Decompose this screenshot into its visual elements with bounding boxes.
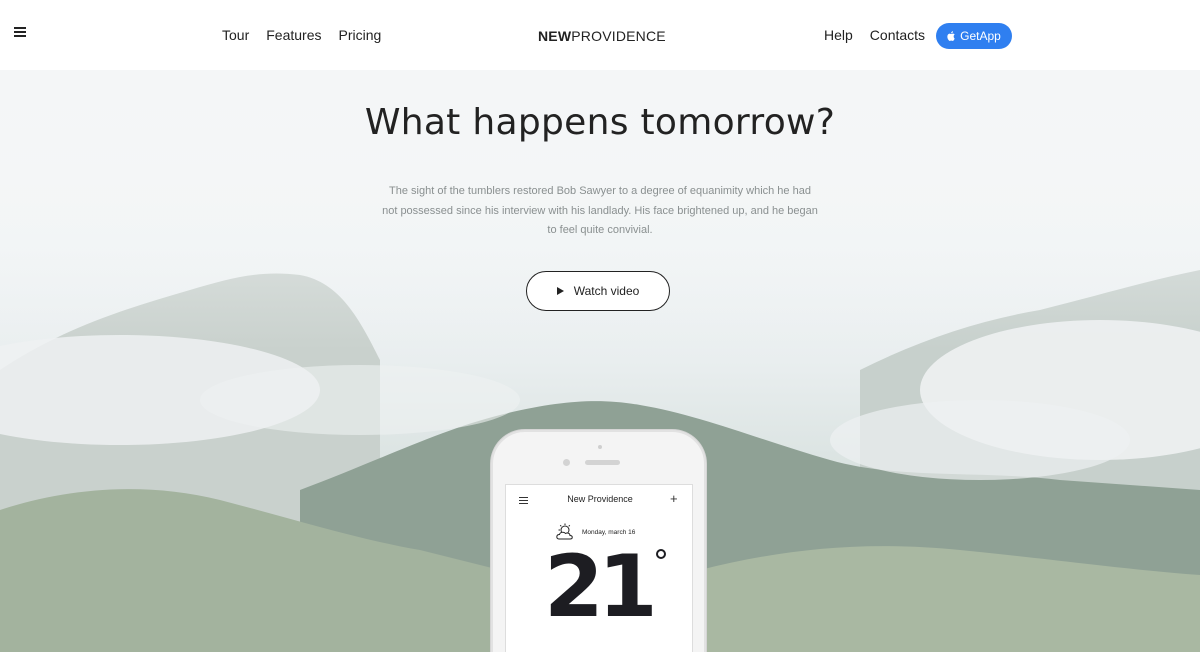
nav-right: Help Contacts	[824, 26, 925, 44]
site-header: Tour Features Pricing NEWPROVIDENCE Help…	[0, 0, 1200, 70]
plus-icon[interactable]: +	[670, 491, 678, 506]
phone-sensor	[598, 445, 602, 449]
weather-date: Monday, march 16	[582, 529, 636, 536]
site-logo[interactable]: NEWPROVIDENCE	[538, 27, 666, 45]
temperature-value: 21	[544, 537, 658, 637]
degree-symbol	[656, 549, 666, 559]
nav-tour[interactable]: Tour	[222, 26, 249, 44]
logo-light: PROVIDENCE	[571, 28, 666, 44]
apple-icon	[947, 31, 955, 41]
watch-video-label: Watch video	[573, 284, 640, 298]
getapp-label: GetApp	[960, 29, 1001, 43]
phone-screen: New Providence + Monday, march 16 21	[505, 484, 693, 652]
hero-lead: The sight of the tumblers restored Bob S…	[382, 185, 818, 236]
watch-video-button[interactable]: Watch video	[526, 271, 670, 311]
play-icon	[556, 287, 564, 295]
nav-contacts[interactable]: Contacts	[870, 26, 925, 44]
app-title: New Providence	[567, 494, 633, 504]
phone-camera	[563, 459, 570, 466]
hamburger-icon[interactable]	[14, 27, 26, 37]
nav-left: Tour Features Pricing	[222, 26, 381, 44]
logo-bold: NEW	[538, 28, 572, 44]
nav-help[interactable]: Help	[824, 26, 853, 44]
phone-mockup: New Providence + Monday, march 16 21	[491, 430, 706, 652]
getapp-button[interactable]: GetApp	[936, 23, 1012, 49]
phone-speaker	[585, 460, 620, 465]
hero-headline: What happens tomorrow?	[364, 102, 836, 143]
nav-pricing[interactable]: Pricing	[338, 26, 381, 44]
nav-features[interactable]: Features	[266, 26, 321, 44]
